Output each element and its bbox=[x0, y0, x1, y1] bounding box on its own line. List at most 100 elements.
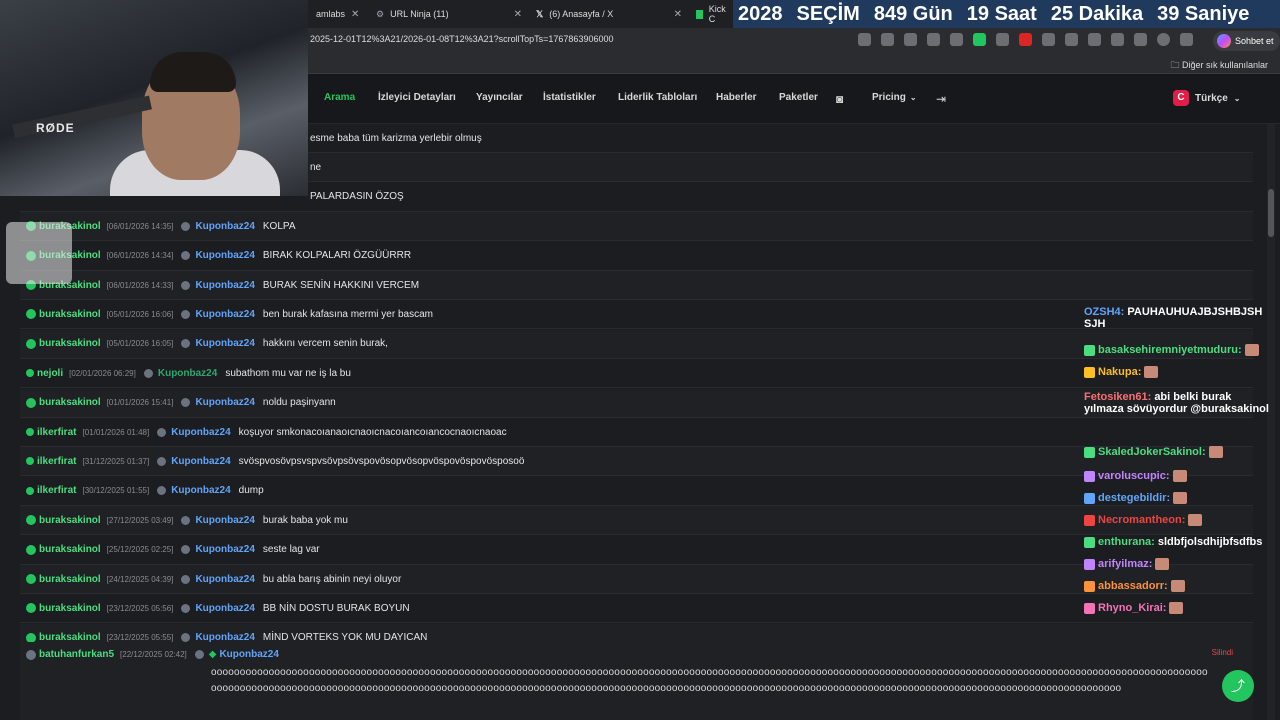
username[interactable]: buraksakinol bbox=[39, 309, 101, 320]
channel-name[interactable]: Kuponbaz24 bbox=[171, 456, 230, 467]
extension-icon[interactable] bbox=[973, 33, 986, 46]
chat-message: abbassadorr: bbox=[1084, 580, 1185, 592]
timestamp: [06/01/2026 14:33] bbox=[106, 280, 174, 290]
chat-username[interactable]: abbassadorr: bbox=[1098, 580, 1168, 592]
extension-icon[interactable] bbox=[904, 33, 917, 46]
browser-tab[interactable]: amlabs ✕ bbox=[310, 2, 368, 26]
close-icon[interactable]: ✕ bbox=[514, 9, 522, 20]
favorite-star-icon[interactable] bbox=[881, 33, 894, 46]
channel-name[interactable]: Kuponbaz24 bbox=[171, 485, 230, 496]
extension-icon[interactable] bbox=[1019, 33, 1032, 46]
channel-name[interactable]: Kuponbaz24 bbox=[171, 427, 230, 438]
close-icon[interactable]: ✕ bbox=[351, 9, 359, 20]
chat-badge-icon bbox=[1084, 514, 1095, 526]
nav-item-liderlik-tablolari[interactable]: Liderlik Tabloları bbox=[618, 92, 697, 103]
username[interactable]: ilkerfirat bbox=[37, 485, 76, 496]
url-field[interactable]: 2025-12-01T12%3A21/2026-01-08T12%3A21?sc… bbox=[310, 34, 613, 44]
share-icon: ⤴ bbox=[1231, 678, 1245, 694]
nav-item-istatistikler[interactable]: İstatistikler bbox=[543, 92, 596, 103]
chevron-down-icon: ⌄ bbox=[909, 93, 917, 102]
chat-username[interactable]: basaksehiremniyetmuduru: bbox=[1098, 344, 1242, 356]
close-icon[interactable]: ✕ bbox=[674, 9, 682, 20]
chat-username[interactable]: varoluscupic: bbox=[1098, 470, 1170, 482]
emote-icon bbox=[1188, 514, 1203, 526]
username[interactable]: buraksakinol bbox=[39, 544, 101, 555]
username[interactable]: buraksakinol bbox=[39, 574, 101, 585]
channel-name[interactable]: Kuponbaz24 bbox=[219, 649, 278, 660]
user-status-dot bbox=[26, 486, 34, 495]
browser-essentials-icon[interactable] bbox=[1111, 33, 1124, 46]
channel-name[interactable]: Kuponbaz24 bbox=[195, 309, 254, 320]
channel-name[interactable]: Kuponbaz24 bbox=[195, 338, 254, 349]
split-screen-icon[interactable] bbox=[1065, 33, 1078, 46]
username[interactable]: batuhanfurkan5 bbox=[39, 649, 114, 660]
channel-name[interactable]: Kuponbaz24 bbox=[195, 250, 254, 261]
profile-avatar-icon[interactable] bbox=[1157, 33, 1170, 46]
cup-overlay bbox=[6, 222, 72, 284]
login-icon[interactable]: ⇥ bbox=[936, 92, 946, 106]
chat-username[interactable]: arifyilmaz: bbox=[1098, 558, 1152, 570]
table-row: buraksakinol [05/01/2026 16:05] Kuponbaz24… bbox=[20, 329, 1253, 359]
username[interactable]: ilkerfirat bbox=[37, 427, 76, 438]
chat-username[interactable]: Rhyno_Kirai: bbox=[1098, 602, 1166, 614]
nav-item-pricing[interactable]: Pricing ⌄ bbox=[872, 92, 917, 103]
channel-name[interactable]: Kuponbaz24 bbox=[195, 515, 254, 526]
chat-message: enthurana: sldbfjolsdhijbfsdfbs bbox=[1084, 536, 1262, 548]
chat-username[interactable]: Nakupa: bbox=[1098, 366, 1141, 378]
extension-icon[interactable] bbox=[1042, 33, 1055, 46]
nav-item-paketler[interactable]: Paketler bbox=[779, 92, 818, 103]
browser-tab[interactable]: Kick C bbox=[690, 2, 734, 26]
channel-name[interactable]: Kuponbaz24 bbox=[195, 221, 254, 232]
timestamp: [24/12/2025 04:39] bbox=[106, 574, 174, 584]
username[interactable]: buraksakinol bbox=[39, 338, 101, 349]
chat-username[interactable]: OZSH4: bbox=[1084, 306, 1124, 318]
collections-icon[interactable] bbox=[1134, 33, 1147, 46]
channel-name[interactable]: Kuponbaz24 bbox=[158, 368, 217, 379]
read-aloud-icon[interactable] bbox=[858, 33, 871, 46]
table-row: buraksakinol [25/12/2025 02:25] Kuponbaz24… bbox=[20, 536, 1253, 565]
browser-tab[interactable]: ⚙ URL Ninja (11) ✕ bbox=[370, 2, 528, 26]
table-row: buraksakinol [23/12/2025 05:56] Kuponbaz24… bbox=[20, 594, 1253, 624]
nav-item-yayincilar[interactable]: Yayıncılar bbox=[476, 92, 523, 103]
username[interactable]: buraksakinol bbox=[39, 397, 101, 408]
extension-icon[interactable] bbox=[950, 33, 963, 46]
nav-item-arama[interactable]: Arama bbox=[324, 92, 355, 103]
browser-tab[interactable]: 𝕏 (6) Anasayfa / X ✕ bbox=[530, 2, 688, 26]
bookmark-folder[interactable]: 🗀 Diğer sık kullanılanlar bbox=[1170, 58, 1268, 74]
message-text: ben burak kafasına mermi yer bascam bbox=[262, 308, 433, 320]
table-row: buraksakinol [06/01/2026 14:33] Kuponbaz24… bbox=[20, 271, 1253, 300]
chat-message: Fetosiken61: abi belki burak yılmaza söv… bbox=[1084, 391, 1270, 415]
favorites-icon[interactable] bbox=[1088, 33, 1101, 46]
channel-name[interactable]: Kuponbaz24 bbox=[195, 574, 254, 585]
chat-username[interactable]: Fetosiken61: bbox=[1084, 391, 1151, 403]
extension-icon[interactable] bbox=[927, 33, 940, 46]
discord-icon[interactable]: ◙ bbox=[836, 92, 843, 106]
chat-username[interactable]: destegebildir: bbox=[1098, 492, 1170, 504]
language-selector[interactable]: C Türkçe ⌄ bbox=[1173, 90, 1241, 106]
channel-name[interactable]: Kuponbaz24 bbox=[195, 603, 254, 614]
share-button[interactable]: ⤴ bbox=[1222, 670, 1254, 702]
username[interactable]: buraksakinol bbox=[39, 603, 101, 614]
scrollbar-thumb[interactable] bbox=[1268, 189, 1274, 237]
nav-item-izleyici-detaylari[interactable]: İzleyici Detayları bbox=[378, 92, 456, 103]
username[interactable]: buraksakinol bbox=[39, 515, 101, 526]
message-text: svöspvosövpsvspvsövpsövspovösopvösopvösp… bbox=[238, 455, 525, 467]
more-menu-icon[interactable] bbox=[1180, 33, 1193, 46]
chat-username[interactable]: enthurana: bbox=[1098, 536, 1155, 548]
chat-badge-icon bbox=[1084, 470, 1095, 482]
emote-icon bbox=[1173, 492, 1188, 504]
timestamp: [01/01/2026 01:48] bbox=[82, 427, 150, 437]
message-text: PALARDASIN ÖZOŞ bbox=[310, 191, 404, 203]
channel-name[interactable]: Kuponbaz24 bbox=[195, 397, 254, 408]
copilot-chat-button[interactable]: Sohbet et bbox=[1213, 31, 1280, 51]
chat-username[interactable]: SkaledJokerSakinol: bbox=[1098, 446, 1206, 458]
channel-dot bbox=[181, 545, 191, 555]
nav-item-haberler[interactable]: Haberler bbox=[716, 92, 757, 103]
extension-icon[interactable] bbox=[996, 33, 1009, 46]
username[interactable]: nejoli bbox=[37, 368, 63, 379]
chat-username[interactable]: Necromantheon: bbox=[1098, 514, 1185, 526]
username[interactable]: ilkerfirat bbox=[37, 456, 76, 467]
channel-name[interactable]: Kuponbaz24 bbox=[195, 280, 254, 291]
channel-name[interactable]: Kuponbaz24 bbox=[195, 544, 254, 555]
language-label: Türkçe bbox=[1195, 92, 1228, 104]
